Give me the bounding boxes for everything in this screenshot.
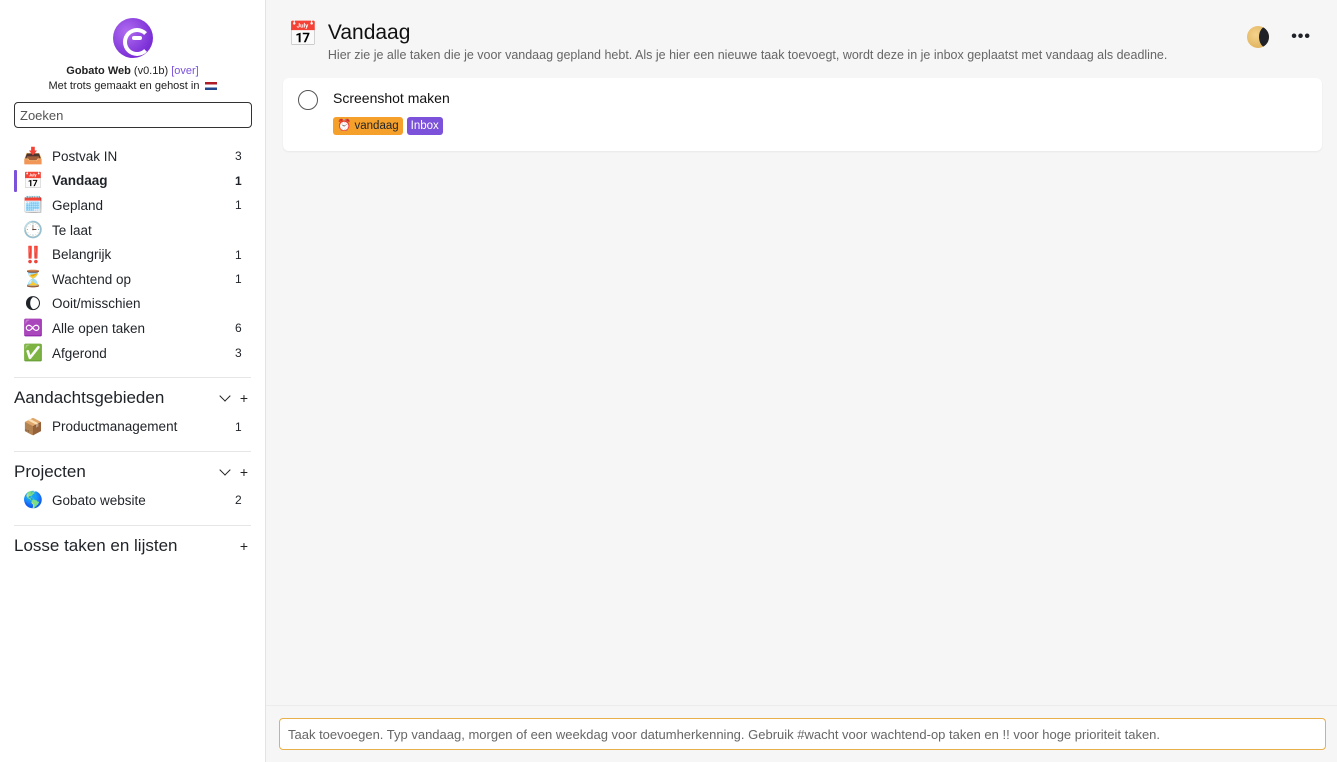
sidebar-item-label: Te laat xyxy=(52,222,92,238)
infinity-icon: ♾️ xyxy=(23,320,43,338)
sidebar-item-count: 1 xyxy=(235,198,242,213)
sidebar-item-count: 3 xyxy=(235,149,242,164)
sidebar-item-count: 6 xyxy=(235,321,242,336)
loose-title: Losse taken en lijsten xyxy=(14,535,178,555)
projects-title: Projecten xyxy=(14,461,86,481)
sidebar-item-postvak-in[interactable]: 📥 Postvak IN 3 xyxy=(14,144,251,169)
page-title: Vandaag xyxy=(327,21,411,44)
sidebar-item-count: 3 xyxy=(235,346,242,361)
app-version-line: Gobato Web (v0.1b) [over] xyxy=(14,64,251,78)
main-panel: 📅 Vandaag Hier zie je alle taken die je … xyxy=(266,0,1337,762)
page-subtitle: Hier zie je alle taken die je voor vanda… xyxy=(327,48,1168,62)
areas-title: Aandachtsgebieden xyxy=(14,388,165,408)
sidebar-item-belangrijk[interactable]: ‼️ Belangrijk 1 xyxy=(14,242,251,267)
collapse-chevron-icon[interactable] xyxy=(219,390,231,403)
spiral-calendar-icon: 🗓️ xyxy=(23,197,43,215)
loose-section: Losse taken en lijsten + xyxy=(14,524,251,560)
sidebar-item-label: Alle open taken xyxy=(52,320,146,336)
check-mark-icon: ✅ xyxy=(23,345,43,363)
task-item[interactable]: Screenshot maken ⏰ vandaag Inbox xyxy=(283,78,1322,151)
add-task-input[interactable] xyxy=(279,718,1326,750)
projects-header: Projecten + xyxy=(14,458,251,486)
globe-icon: 🌎 xyxy=(23,492,43,510)
header-actions: ••• xyxy=(1247,26,1311,48)
areas-section: Aandachtsgebieden + 📦 Productmanagement … xyxy=(14,377,251,439)
sidebar-item-label: Vandaag xyxy=(52,173,108,189)
sidebar-item-count: 1 xyxy=(235,247,242,262)
sidebar-item-label: Gepland xyxy=(52,197,104,213)
list-tag[interactable]: Inbox xyxy=(406,117,443,135)
task-title[interactable]: Screenshot maken xyxy=(333,90,450,107)
brand: Gobato Web (v0.1b) [over] Met trots gema… xyxy=(14,0,251,94)
add-project-button[interactable]: + xyxy=(237,464,251,480)
hourglass-icon: ⏳ xyxy=(23,271,43,289)
package-icon: 📦 xyxy=(23,418,43,436)
dutch-flag-icon xyxy=(204,82,217,91)
sidebar-item-count: 2 xyxy=(235,493,242,508)
sidebar-item-alle-open-taken[interactable]: ♾️ Alle open taken 6 xyxy=(14,316,251,341)
app-version: (v0.1b) xyxy=(133,65,169,77)
sidebar-item-vandaag[interactable]: 📅 Vandaag 1 xyxy=(14,169,251,194)
app-name: Gobato Web xyxy=(66,65,131,77)
sidebar: Gobato Web (v0.1b) [over] Met trots gema… xyxy=(0,0,266,762)
sidebar-item-label: Wachtend op xyxy=(52,271,132,287)
about-link[interactable]: [over] xyxy=(171,65,199,77)
sidebar-item-gobato-website[interactable]: 🌎 Gobato website 2 xyxy=(14,488,251,513)
page-header: 📅 Vandaag Hier zie je alle taken die je … xyxy=(266,0,1337,62)
sidebar-item-productmanagement[interactable]: 📦 Productmanagement 1 xyxy=(14,414,251,439)
calendar-icon: 📅 xyxy=(23,172,43,190)
more-options-icon[interactable]: ••• xyxy=(1291,29,1311,45)
tagline-text: Met trots gemaakt en gehost in xyxy=(48,80,200,92)
add-loose-button[interactable]: + xyxy=(237,538,251,554)
add-area-button[interactable]: + xyxy=(237,390,251,406)
collapse-chevron-icon[interactable] xyxy=(219,464,231,476)
task-complete-checkbox[interactable] xyxy=(298,90,318,110)
projects-section: Projecten + 🌎 Gobato website 2 xyxy=(14,450,251,513)
theme-toggle-moon-icon[interactable] xyxy=(1247,26,1270,48)
sidebar-item-label: Ooit/misschien xyxy=(52,296,141,312)
calendar-icon: 📅 xyxy=(288,21,318,48)
clock-icon: 🕒 xyxy=(23,222,43,240)
moon-icon: 🌔 xyxy=(24,295,42,313)
sidebar-item-te-laat[interactable]: 🕒 Te laat xyxy=(14,218,251,243)
sidebar-item-count: 1 xyxy=(235,173,242,188)
areas-header: Aandachtsgebieden + xyxy=(14,384,251,412)
main-nav: 📥 Postvak IN 3 📅 Vandaag 1 🗓️ Gepland 1 … xyxy=(14,144,251,365)
tagline: Met trots gemaakt en gehost in xyxy=(14,78,251,94)
exclamation-icon: ‼️ xyxy=(23,246,43,264)
loose-header: Losse taken en lijsten + xyxy=(14,532,251,560)
sidebar-item-gepland[interactable]: 🗓️ Gepland 1 xyxy=(14,193,251,218)
sidebar-item-label: Afgerond xyxy=(52,345,107,361)
gobato-logo-icon xyxy=(112,18,153,58)
due-date-tag[interactable]: ⏰ vandaag xyxy=(333,117,403,135)
sidebar-item-label: Productmanagement xyxy=(52,419,178,435)
sidebar-item-label: Postvak IN xyxy=(52,148,118,164)
header-text: Vandaag Hier zie je alle taken die je vo… xyxy=(328,20,1247,62)
sidebar-item-label: Gobato website xyxy=(52,492,146,508)
sidebar-item-ooit-misschien[interactable]: 🌔 Ooit/misschien xyxy=(14,292,251,317)
search-input[interactable] xyxy=(14,102,252,128)
task-body: Screenshot maken ⏰ vandaag Inbox xyxy=(333,90,450,139)
task-tags: ⏰ vandaag Inbox xyxy=(333,117,450,135)
inbox-tray-icon: 📥 xyxy=(23,148,43,166)
sidebar-item-afgerond[interactable]: ✅ Afgerond 3 xyxy=(14,341,251,366)
sidebar-item-wachtend-op[interactable]: ⏳ Wachtend op 1 xyxy=(14,267,251,292)
sidebar-item-count: 1 xyxy=(235,419,242,434)
sidebar-item-label: Belangrijk xyxy=(52,247,112,263)
sidebar-item-count: 1 xyxy=(235,272,242,287)
divider xyxy=(266,705,1337,706)
